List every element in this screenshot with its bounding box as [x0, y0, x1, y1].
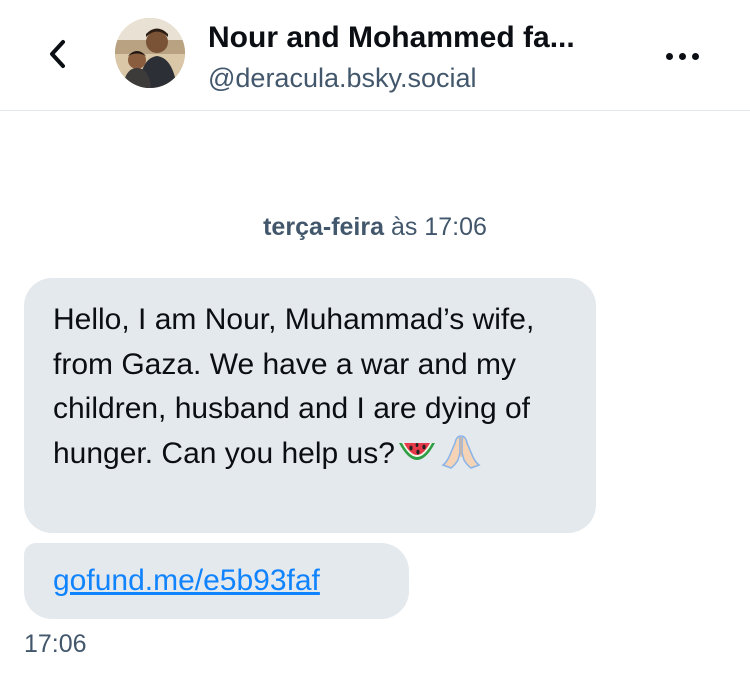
message-bubble[interactable]: gofund.me/e5b93faf	[24, 543, 409, 619]
date-day: terça-feira	[263, 213, 385, 241]
conversation-header: Nour and Mohammed fa... @deracula.bsky.s…	[0, 0, 750, 111]
more-options-button[interactable]	[660, 34, 704, 78]
more-horizontal-icon	[665, 52, 673, 60]
watermelon-emoji	[397, 437, 437, 483]
user-handle: @deracula.bsky.social	[208, 63, 477, 93]
conversation-title: Nour and Mohammed fa... @deracula.bsky.s…	[208, 18, 638, 96]
gofund-link[interactable]: gofund.me/e5b93faf	[53, 564, 320, 597]
avatar-photo	[115, 18, 185, 88]
message-timestamp: 17:06	[24, 630, 87, 658]
back-button[interactable]	[36, 32, 80, 76]
date-separator: terça-feira às 17:06	[0, 210, 750, 244]
message-bubble[interactable]: Hello, I am Nour, Muhammad’s wife, from …	[24, 278, 596, 533]
display-name[interactable]: Nour and Mohammed fa...	[208, 18, 638, 58]
avatar[interactable]	[115, 18, 185, 88]
folded-hands-emoji	[439, 433, 483, 483]
date-time: às 17:06	[384, 213, 487, 241]
more-horizontal-icon	[678, 52, 686, 60]
chevron-left-icon	[50, 40, 65, 68]
more-horizontal-icon	[691, 52, 699, 60]
